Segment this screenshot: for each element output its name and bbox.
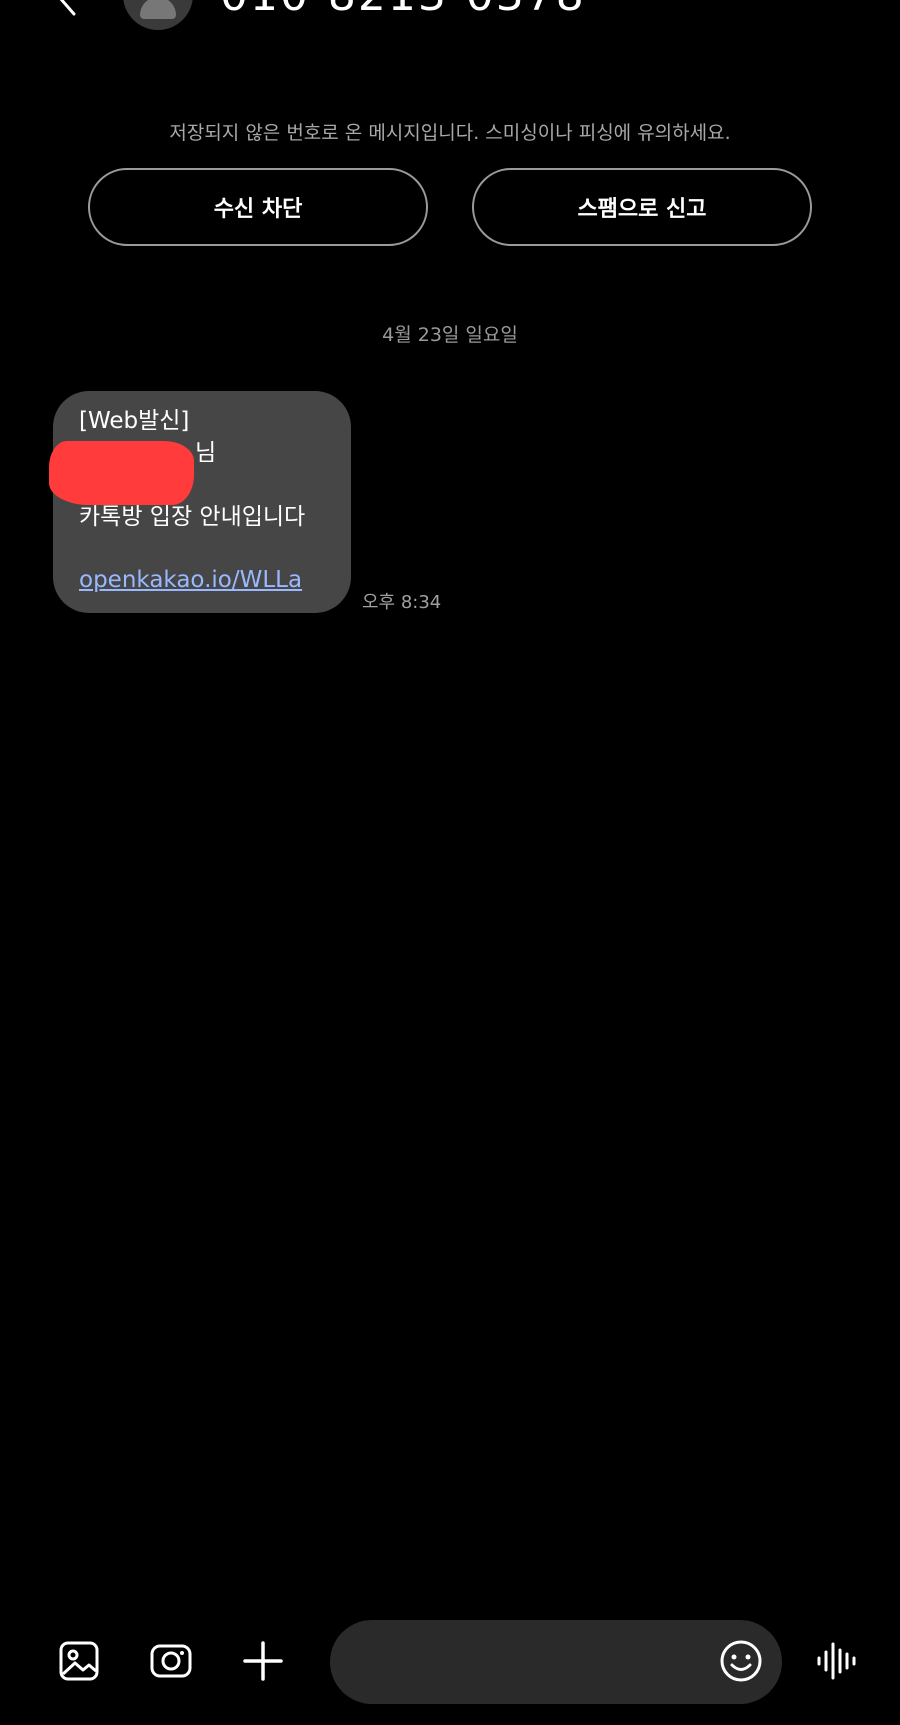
message-link[interactable]: openkakao.io/WLLa: [79, 563, 325, 597]
person-icon-body: [140, 0, 176, 19]
unknown-sender-warning: 저장되지 않은 번호로 온 메시지입니다. 스미싱이나 피싱에 유의하세요.: [169, 122, 731, 144]
emoji-button[interactable]: [718, 1638, 764, 1684]
line-spacer: [79, 533, 325, 563]
composer-bar: [0, 1620, 900, 1705]
redaction-mark: [49, 441, 194, 505]
voice-wave-icon: [817, 1642, 856, 1680]
message-body: 카톡방 입장 안내입니다: [79, 504, 306, 530]
attach-button[interactable]: [240, 1638, 286, 1684]
more-button[interactable]: [818, 0, 838, 14]
avatar[interactable]: [123, 0, 193, 30]
recipient-suffix: 님: [195, 440, 217, 466]
block-button[interactable]: 수신 차단: [88, 168, 428, 246]
header: 010-8213-0378: [0, 0, 900, 40]
voice-button[interactable]: [814, 1638, 860, 1684]
message-screen: 010-8213-0378 저장되지 않은 번호로 온 메시지입니다. 스미싱이…: [0, 0, 900, 1725]
chevron-left-icon: [59, 0, 76, 16]
back-button[interactable]: [48, 0, 88, 20]
message-bubble[interactable]: [Web발신] 님 카톡방 입장 안내입니다 openkakao.io/WLLa: [49, 391, 351, 613]
message-input[interactable]: [330, 1620, 782, 1704]
sender-actions: 수신 차단 스팸으로 신고: [88, 168, 812, 248]
image-icon: [59, 1641, 99, 1681]
gallery-button[interactable]: [56, 1638, 102, 1684]
message-time: 오후 8:34: [362, 592, 442, 613]
message-header-line: [Web발신]: [79, 408, 190, 434]
message-recipient-line: 님: [49, 437, 325, 505]
emoji-icon: [720, 1640, 762, 1682]
date-separator: 4월 23일 일요일: [382, 324, 518, 346]
camera-button[interactable]: [148, 1638, 194, 1684]
camera-icon: [150, 1644, 192, 1678]
plus-icon: [243, 1641, 283, 1681]
contact-number[interactable]: 010-8213-0378: [220, 0, 586, 21]
report-spam-button[interactable]: 스팸으로 신고: [472, 168, 812, 246]
